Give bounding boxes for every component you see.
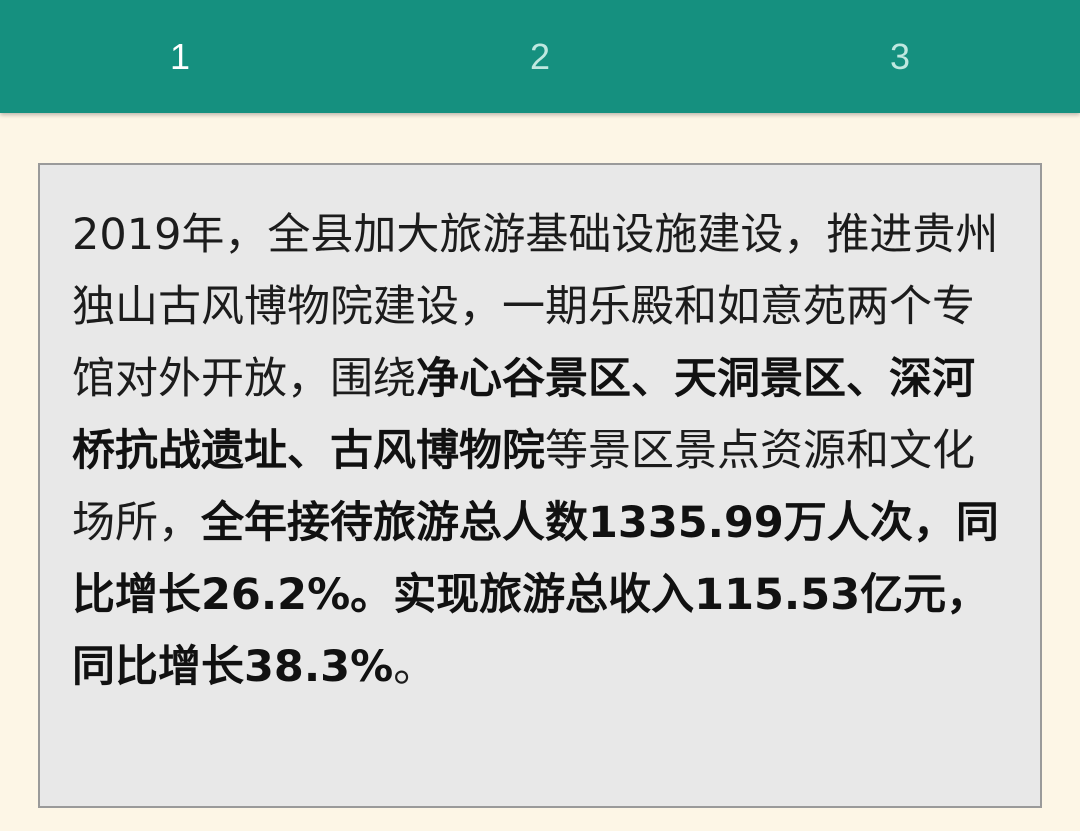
tab-bar: 1 2 3 bbox=[0, 0, 1080, 113]
tab-1[interactable]: 1 bbox=[0, 0, 360, 113]
tab-2[interactable]: 2 bbox=[360, 0, 720, 113]
article-text: 2019年，全县加大旅游基础设施建设，推进贵州独山古风博物院建设，一期乐殿和如意… bbox=[72, 199, 1002, 703]
article-card: 2019年，全县加大旅游基础设施建设，推进贵州独山古风博物院建设，一期乐殿和如意… bbox=[38, 163, 1042, 808]
tab-3[interactable]: 3 bbox=[720, 0, 1080, 113]
article-segment: 。 bbox=[393, 642, 437, 692]
article-segment-bold: 全年接待旅游总人数1335.99万人次，同比增长26.2%。实现旅游总收入115… bbox=[72, 498, 999, 692]
